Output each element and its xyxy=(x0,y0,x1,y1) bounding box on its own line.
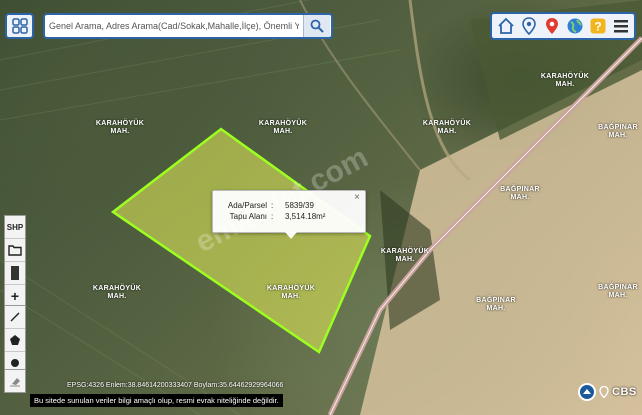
layers-bar-icon xyxy=(11,266,19,280)
basemap-button[interactable] xyxy=(565,16,585,36)
map-label-bagpinar: BAĞPINAR MAH. xyxy=(500,186,540,201)
ada-parsel-value: 5839/39 xyxy=(285,201,314,210)
map-label-karahoyuk: KARAHÖYÜK MAH. xyxy=(540,73,590,88)
map-label-bagpinar: BAĞPINAR MAH. xyxy=(598,124,638,139)
map-toolbar: ? xyxy=(490,12,636,40)
ada-parsel-label: Ada/Parsel xyxy=(227,201,267,210)
draw-line-button[interactable] xyxy=(5,306,25,329)
map-label-karahoyuk: KARAHÖYÜK MAH. xyxy=(92,285,142,300)
menu-icon xyxy=(613,20,628,33)
apps-grid-button[interactable] xyxy=(5,13,34,39)
home-button[interactable] xyxy=(496,16,516,36)
marker-button[interactable] xyxy=(542,16,562,36)
map-label-karahoyuk: KARAHÖYÜK MAH. xyxy=(258,120,308,135)
left-tools-misc xyxy=(4,369,26,393)
line-icon xyxy=(10,312,20,322)
home-icon xyxy=(497,17,514,34)
point-icon xyxy=(11,359,19,367)
help-button[interactable]: ? xyxy=(588,16,608,36)
pin-icon xyxy=(599,386,609,398)
draw-polygon-button[interactable] xyxy=(5,329,25,352)
svg-text:?: ? xyxy=(594,20,601,34)
menu-button[interactable] xyxy=(611,16,631,36)
search-button[interactable] xyxy=(303,15,330,37)
parcel-info-popup: × Ada/Parsel : 5839/39 Tapu Alanı : 3,51… xyxy=(212,190,366,239)
map-label-bagpinar: BAĞPINAR MAH. xyxy=(598,284,638,299)
cbs-logo: CBS xyxy=(578,383,637,401)
open-folder-button[interactable] xyxy=(5,239,25,262)
map-label-karahoyuk: KARAHÖYÜK MAH. xyxy=(380,248,430,263)
folder-icon xyxy=(8,245,22,256)
shp-button[interactable]: SHP xyxy=(5,216,25,239)
disclaimer-text: Bu sitede sunulan veriler bilgi amaçlı o… xyxy=(30,394,283,407)
polygon-icon xyxy=(10,335,20,345)
municipality-seal-icon xyxy=(578,383,596,401)
map-label-karahoyuk: KARAHÖYÜK MAH. xyxy=(266,285,316,300)
search-box xyxy=(43,13,333,39)
separator: : xyxy=(271,212,274,221)
help-icon: ? xyxy=(590,18,605,34)
brand-label: CBS xyxy=(612,386,637,398)
location-pin-icon xyxy=(521,17,536,35)
tapu-alani-value: 3,514.18m² xyxy=(285,212,326,221)
map-label-bagpinar: BAĞPINAR MAH. xyxy=(476,297,516,312)
coordinate-readout: EPSG:4326 Enlem:38.84614200333407 Boylam… xyxy=(67,382,284,389)
left-tools-draw xyxy=(4,305,26,375)
marker-icon xyxy=(545,18,558,34)
globe-icon xyxy=(567,18,582,34)
location-button[interactable] xyxy=(519,16,539,36)
map-label-karahoyuk: KARAHÖYÜK MAH. xyxy=(422,120,472,135)
clear-button[interactable] xyxy=(5,370,25,392)
plus-icon: + xyxy=(10,288,20,304)
search-input[interactable] xyxy=(45,16,303,36)
tapu-alani-label: Tapu Alanı xyxy=(229,212,267,221)
search-icon xyxy=(310,19,324,33)
layers-button[interactable] xyxy=(5,262,25,285)
separator: : xyxy=(271,201,274,210)
eraser-icon xyxy=(10,378,20,387)
grid-icon xyxy=(11,18,28,34)
map-label-karahoyuk: KARAHÖYÜK MAH. xyxy=(95,120,145,135)
